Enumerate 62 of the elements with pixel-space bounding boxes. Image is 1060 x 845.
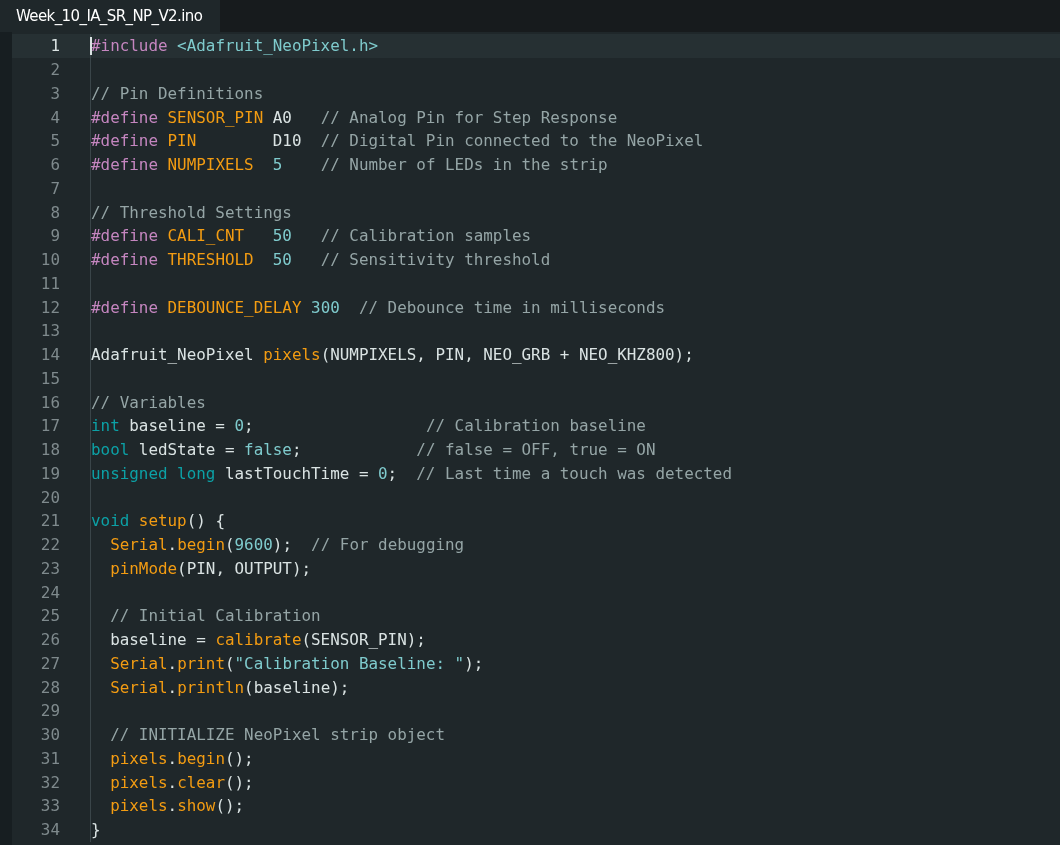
code-line: Adafruit_NeoPixel pixels(NUMPIXELS, PIN, NEO_GRB + NEO_KHZ800); [91,345,694,365]
code-line: #define DEBOUNCE_DELAY 300 // Debounce time in milliseconds [91,297,666,317]
line-number: 5 [49,131,60,151]
line-number: 12 [39,297,60,317]
line-number: 7 [49,178,60,198]
line-number: 33 [39,796,60,816]
line-number: 30 [39,725,60,745]
line-number: 1 [49,36,60,56]
line-number: 9 [49,226,60,246]
code-line: // INITIALIZE NeoPixel strip object [109,725,445,745]
code-line: int baseline = 0; // Calibration baseline [91,416,646,436]
line-number: 14 [39,345,60,365]
line-number: 13 [39,321,60,341]
code-line: #include <Adafruit_NeoPixel.h> [91,36,379,56]
line-number: 27 [39,653,60,673]
code-line: bool ledState = false; // false = OFF, true = ON [91,440,656,460]
code-line: } [91,820,101,840]
line-number: 11 [39,273,60,293]
line-number: 15 [39,368,60,388]
line-number: 23 [39,558,60,578]
code-line: #define PIN D10 // Digital Pin connected to the NeoPixel [91,131,704,151]
code-line: #define CALI_CNT 50 // Calibration samples [91,226,532,246]
line-number: 18 [39,440,60,460]
code-line: // Initial Calibration [109,606,321,626]
line-number: 20 [39,487,60,507]
line-number: 19 [39,463,60,483]
line-number: 21 [39,511,60,531]
code-line: // Threshold Settings [91,202,292,222]
line-number: 28 [39,677,60,697]
code-line: Serial.begin(9600); // For debugging [109,535,465,555]
code-line: baseline = calibrate(SENSOR_PIN); [109,630,426,650]
line-number: 2 [49,60,60,80]
code-line: #define THRESHOLD 50 // Sensitivity threshold [91,250,551,270]
code-line: Serial.println(baseline); [109,677,350,697]
code-line: pixels.show(); [109,796,245,816]
code-line: pixels.begin(); [109,748,254,768]
code-line: pinMode(PIN, OUTPUT); [109,558,312,578]
line-number: 24 [39,582,60,602]
line-number: 25 [39,606,60,626]
line-number: 6 [49,155,60,175]
code-line: // Variables [91,392,206,412]
line-number: 17 [39,416,60,436]
line-number: 4 [49,107,60,127]
line-number: 31 [39,748,60,768]
code-line: // Pin Definitions [91,83,264,103]
line-number: 34 [39,820,60,840]
line-number: 3 [49,83,60,103]
line-number: 22 [39,535,60,555]
line-number: 10 [39,250,60,270]
file-tab[interactable]: Week_10_IA_SR_NP_V2.ino [0,0,220,32]
line-number: 16 [39,392,60,412]
code-line: void setup() { [91,511,225,531]
code-line: Serial.print("Calibration Baseline: "); [109,653,484,673]
code-line: #define SENSOR_PIN A0 // Analog Pin for Step Response [91,107,618,127]
line-number: 32 [39,772,60,792]
text-cursor [90,37,92,55]
line-number: 26 [39,630,60,650]
code-line: unsigned long lastTouchTime = 0; // Last time a touch was detected [91,463,732,483]
code-line: pixels.clear(); [109,772,254,792]
code-line: #define NUMPIXELS 5 // Number of LEDs in the strip [91,155,608,175]
line-number: 8 [49,202,60,222]
line-number: 29 [39,701,60,721]
